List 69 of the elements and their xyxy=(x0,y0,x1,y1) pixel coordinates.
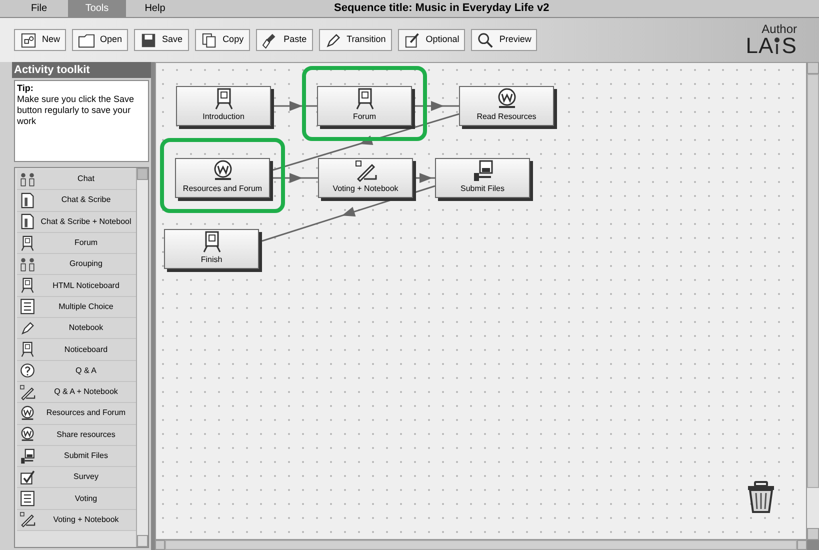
toolkit-item[interactable]: HTML Noticeboard xyxy=(17,275,136,297)
scrollbar[interactable] xyxy=(136,168,148,547)
list-icon xyxy=(19,298,36,316)
pencil-icon xyxy=(324,32,342,48)
toolkit-item[interactable]: Submit Files xyxy=(17,446,136,468)
computer-icon xyxy=(19,448,36,464)
tip-text: Make sure you click the Save button regularly to save your work xyxy=(17,94,136,127)
toolkit-item[interactable]: Q & A + Notebook xyxy=(17,382,136,404)
list-icon xyxy=(19,490,36,508)
toolkit-item[interactable]: Chat & Scribe + Notebool xyxy=(17,212,136,233)
toolbar-button[interactable]: Transition xyxy=(318,29,392,51)
globe-icon xyxy=(19,404,36,422)
people-icon xyxy=(19,256,36,273)
checkbox-icon xyxy=(19,468,36,486)
activity-node[interactable]: Forum xyxy=(317,86,412,126)
activity-node[interactable]: Finish xyxy=(164,229,259,269)
pencil-icon xyxy=(19,320,36,337)
easel-icon xyxy=(19,277,36,294)
toolkit-item[interactable]: Share resources xyxy=(17,424,136,446)
toolkit-item[interactable]: Forum xyxy=(17,232,136,254)
panel-title: Activity toolkit xyxy=(12,62,151,78)
people-icon xyxy=(19,170,36,188)
activity-node[interactable]: Introduction xyxy=(176,86,271,126)
toolkit-item[interactable]: Survey xyxy=(17,467,136,488)
activity-node[interactable]: Voting + Notebook xyxy=(318,158,413,198)
toolkit-item[interactable]: Chat & Scribe xyxy=(17,190,136,212)
toolkit-item[interactable]: Voting + Notebook xyxy=(17,510,136,532)
scrollbar[interactable] xyxy=(807,62,819,540)
activity-node[interactable]: Resources and Forum xyxy=(175,158,270,198)
toolbar-button[interactable]: Save xyxy=(134,29,189,51)
document-icon xyxy=(19,213,36,230)
sequence-title: Sequence title: Music in Everyday Life v2 xyxy=(334,1,550,16)
pen-hand-icon xyxy=(19,511,36,528)
menu-item[interactable]: File xyxy=(10,0,68,18)
pen-hand-icon xyxy=(354,159,378,183)
toolkit-item[interactable]: Noticeboard xyxy=(17,339,136,361)
toolkit-item[interactable]: Multiple Choice xyxy=(17,296,136,318)
toolkit-item[interactable]: Notebook xyxy=(17,318,136,340)
toolkit-item[interactable]: Grouping xyxy=(17,254,136,276)
toolbar-button[interactable]: Paste xyxy=(256,29,313,51)
easel-icon xyxy=(19,234,36,252)
role-label: Author xyxy=(762,23,797,35)
folder-icon xyxy=(78,32,96,48)
toolbar-button[interactable]: Preview xyxy=(471,29,538,51)
activity-node[interactable]: Read Resources xyxy=(459,86,554,126)
logo-text: S xyxy=(782,35,797,57)
edit-document-icon xyxy=(404,32,421,48)
new-document-icon xyxy=(20,32,37,48)
copy-icon xyxy=(200,32,218,48)
activity-node[interactable]: Submit Files xyxy=(435,158,530,198)
search-icon xyxy=(477,32,494,48)
toolkit-item[interactable]: Resources and Forum xyxy=(17,403,136,425)
toolkit-item[interactable]: Q & A xyxy=(17,360,136,382)
tip-title: Tip: xyxy=(17,83,34,94)
pen-hand-icon xyxy=(19,384,36,401)
menu-item[interactable]: Help xyxy=(126,0,184,18)
toolkit-item[interactable]: Voting xyxy=(17,488,136,510)
question-icon xyxy=(19,362,36,380)
scrollbar[interactable] xyxy=(155,540,807,550)
toolbar-button[interactable]: Open xyxy=(72,29,128,51)
toolbar-button[interactable]: New xyxy=(14,29,66,51)
toolbar-button[interactable]: Copy xyxy=(194,29,250,51)
arrow-logo-icon xyxy=(774,37,780,55)
globe-icon xyxy=(19,426,36,444)
easel-icon xyxy=(19,341,36,358)
toolkit-item[interactable]: Chat xyxy=(17,169,136,190)
logo-text: LA xyxy=(746,35,774,57)
toolbar-button[interactable]: Optional xyxy=(398,29,466,51)
document-icon xyxy=(19,192,36,209)
